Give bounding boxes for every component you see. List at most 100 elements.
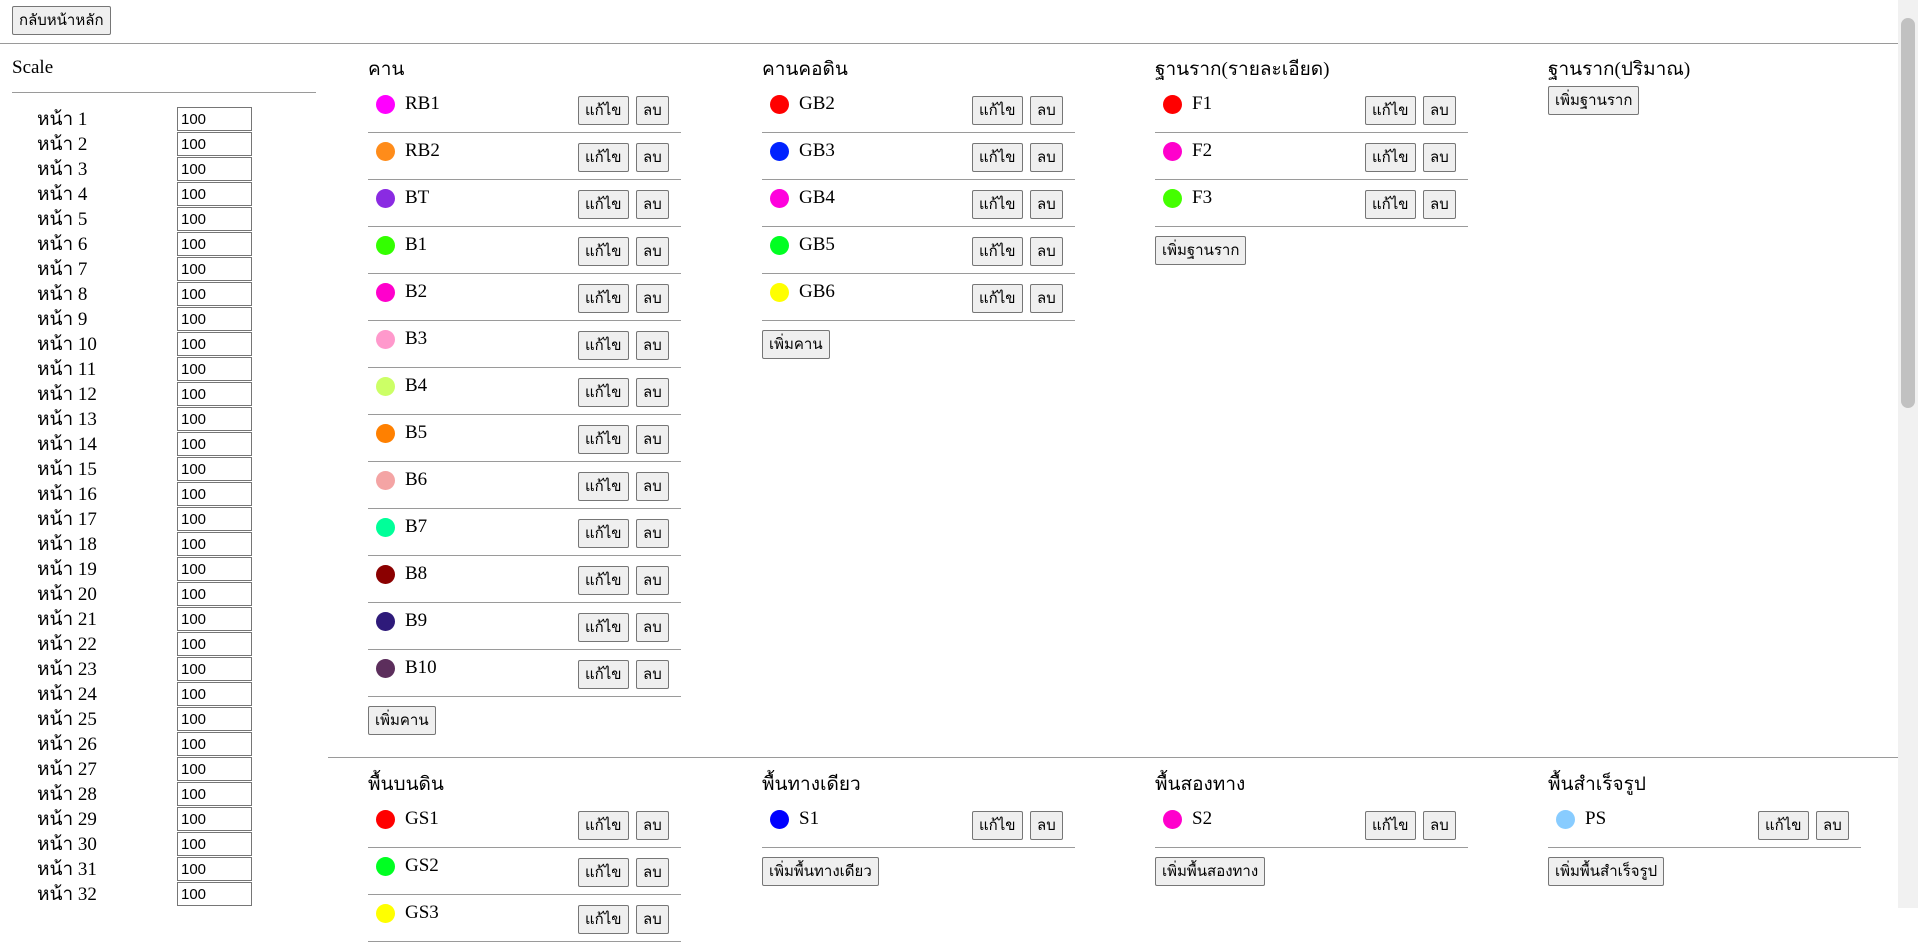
home-button[interactable]: กลับหน้าหลัก	[12, 6, 111, 35]
group-footing-quantity: ฐานราก(ปริมาณ) เพิ่มฐานราก	[1548, 56, 1861, 115]
page-scale-input[interactable]	[177, 532, 252, 556]
edit-button[interactable]: แก้ไข	[578, 96, 629, 125]
edit-button[interactable]: แก้ไข	[972, 284, 1023, 313]
delete-button[interactable]: ลบ	[636, 613, 669, 642]
page-scale-input[interactable]	[177, 457, 252, 481]
delete-button[interactable]: ลบ	[636, 660, 669, 689]
add-footing-detail-button[interactable]: เพิ่มฐานราก	[1155, 236, 1247, 265]
page-scale-input[interactable]	[177, 232, 252, 256]
page-scale-input[interactable]	[177, 832, 252, 856]
page-scale-input[interactable]	[177, 482, 252, 506]
delete-button[interactable]: ลบ	[636, 284, 669, 313]
page-scale-row: หน้า 26	[12, 732, 316, 757]
page-scale-input[interactable]	[177, 657, 252, 681]
add-precast-slab-button[interactable]: เพิ่มพื้นสำเร็จรูป	[1548, 857, 1665, 886]
page-scale-input[interactable]	[177, 882, 252, 906]
delete-button[interactable]: ลบ	[636, 905, 669, 934]
page-scale-input[interactable]	[177, 582, 252, 606]
delete-button[interactable]: ลบ	[1423, 811, 1456, 840]
page-scale-input[interactable]	[177, 757, 252, 781]
edit-button[interactable]: แก้ไข	[578, 660, 629, 689]
delete-button[interactable]: ลบ	[1030, 96, 1063, 125]
page-scale-row: หน้า 27	[12, 757, 316, 782]
page-scale-input[interactable]	[177, 782, 252, 806]
edit-button[interactable]: แก้ไข	[972, 237, 1023, 266]
edit-button[interactable]: แก้ไข	[578, 519, 629, 548]
page-scale-input[interactable]	[177, 632, 252, 656]
delete-button[interactable]: ลบ	[1423, 143, 1456, 172]
edit-button[interactable]: แก้ไข	[578, 378, 629, 407]
add-beam-button[interactable]: เพิ่มคาน	[368, 706, 436, 735]
delete-button[interactable]: ลบ	[1030, 190, 1063, 219]
delete-button[interactable]: ลบ	[1423, 96, 1456, 125]
page-scale-input[interactable]	[177, 207, 252, 231]
page-scale-input[interactable]	[177, 182, 252, 206]
scrollbar[interactable]	[1898, 0, 1918, 908]
page-scale-input[interactable]	[177, 857, 252, 881]
page-scale-input[interactable]	[177, 257, 252, 281]
edit-button[interactable]: แก้ไข	[1365, 190, 1416, 219]
delete-button[interactable]: ลบ	[1030, 143, 1063, 172]
delete-button[interactable]: ลบ	[636, 519, 669, 548]
delete-button[interactable]: ลบ	[636, 472, 669, 501]
page-scale-input[interactable]	[177, 432, 252, 456]
edit-button[interactable]: แก้ไข	[972, 143, 1023, 172]
page-scale-input[interactable]	[177, 332, 252, 356]
delete-button[interactable]: ลบ	[636, 96, 669, 125]
add-one-way-slab-button[interactable]: เพิ่มพื้นทางเดียว	[762, 857, 879, 886]
page-scale-input[interactable]	[177, 707, 252, 731]
delete-button[interactable]: ลบ	[1423, 190, 1456, 219]
delete-button[interactable]: ลบ	[636, 858, 669, 887]
edit-button[interactable]: แก้ไข	[578, 858, 629, 887]
edit-button[interactable]: แก้ไข	[578, 190, 629, 219]
delete-button[interactable]: ลบ	[636, 331, 669, 360]
page-scale-input[interactable]	[177, 307, 252, 331]
page-scale-input[interactable]	[177, 382, 252, 406]
edit-button[interactable]: แก้ไข	[972, 96, 1023, 125]
delete-button[interactable]: ลบ	[636, 811, 669, 840]
edit-button[interactable]: แก้ไข	[1365, 143, 1416, 172]
delete-button[interactable]: ลบ	[636, 566, 669, 595]
edit-button[interactable]: แก้ไข	[972, 190, 1023, 219]
edit-button[interactable]: แก้ไข	[578, 284, 629, 313]
page-scale-input[interactable]	[177, 157, 252, 181]
edit-button[interactable]: แก้ไข	[972, 811, 1023, 840]
edit-button[interactable]: แก้ไข	[1758, 811, 1809, 840]
edit-button[interactable]: แก้ไข	[1365, 96, 1416, 125]
add-footing-quantity-button[interactable]: เพิ่มฐานราก	[1548, 86, 1640, 115]
page-scale-input[interactable]	[177, 357, 252, 381]
edit-button[interactable]: แก้ไข	[578, 905, 629, 934]
edit-button[interactable]: แก้ไข	[578, 331, 629, 360]
page-scale-input[interactable]	[177, 682, 252, 706]
page-scale-input[interactable]	[177, 107, 252, 131]
page-scale-input[interactable]	[177, 557, 252, 581]
page-scale-input[interactable]	[177, 407, 252, 431]
page-scale-input[interactable]	[177, 732, 252, 756]
page-scale-input[interactable]	[177, 282, 252, 306]
page-scale-input[interactable]	[177, 807, 252, 831]
delete-button[interactable]: ลบ	[636, 143, 669, 172]
item-row: B3 แก้ไข ลบ	[368, 321, 681, 368]
page-scale-input[interactable]	[177, 132, 252, 156]
delete-button[interactable]: ลบ	[636, 425, 669, 454]
delete-button[interactable]: ลบ	[1816, 811, 1849, 840]
edit-button[interactable]: แก้ไข	[578, 613, 629, 642]
edit-button[interactable]: แก้ไข	[578, 566, 629, 595]
delete-button[interactable]: ลบ	[636, 378, 669, 407]
delete-button[interactable]: ลบ	[636, 237, 669, 266]
edit-button[interactable]: แก้ไข	[578, 425, 629, 454]
edit-button[interactable]: แก้ไข	[1365, 811, 1416, 840]
add-ground-beam-button[interactable]: เพิ่มคาน	[762, 330, 830, 359]
delete-button[interactable]: ลบ	[1030, 284, 1063, 313]
scrollbar-thumb[interactable]	[1901, 18, 1915, 408]
add-two-way-slab-button[interactable]: เพิ่มพื้นสองทาง	[1155, 857, 1266, 886]
edit-button[interactable]: แก้ไข	[578, 811, 629, 840]
page-scale-input[interactable]	[177, 507, 252, 531]
page-scale-input[interactable]	[177, 607, 252, 631]
delete-button[interactable]: ลบ	[1030, 237, 1063, 266]
edit-button[interactable]: แก้ไข	[578, 237, 629, 266]
edit-button[interactable]: แก้ไข	[578, 472, 629, 501]
delete-button[interactable]: ลบ	[636, 190, 669, 219]
delete-button[interactable]: ลบ	[1030, 811, 1063, 840]
edit-button[interactable]: แก้ไข	[578, 143, 629, 172]
